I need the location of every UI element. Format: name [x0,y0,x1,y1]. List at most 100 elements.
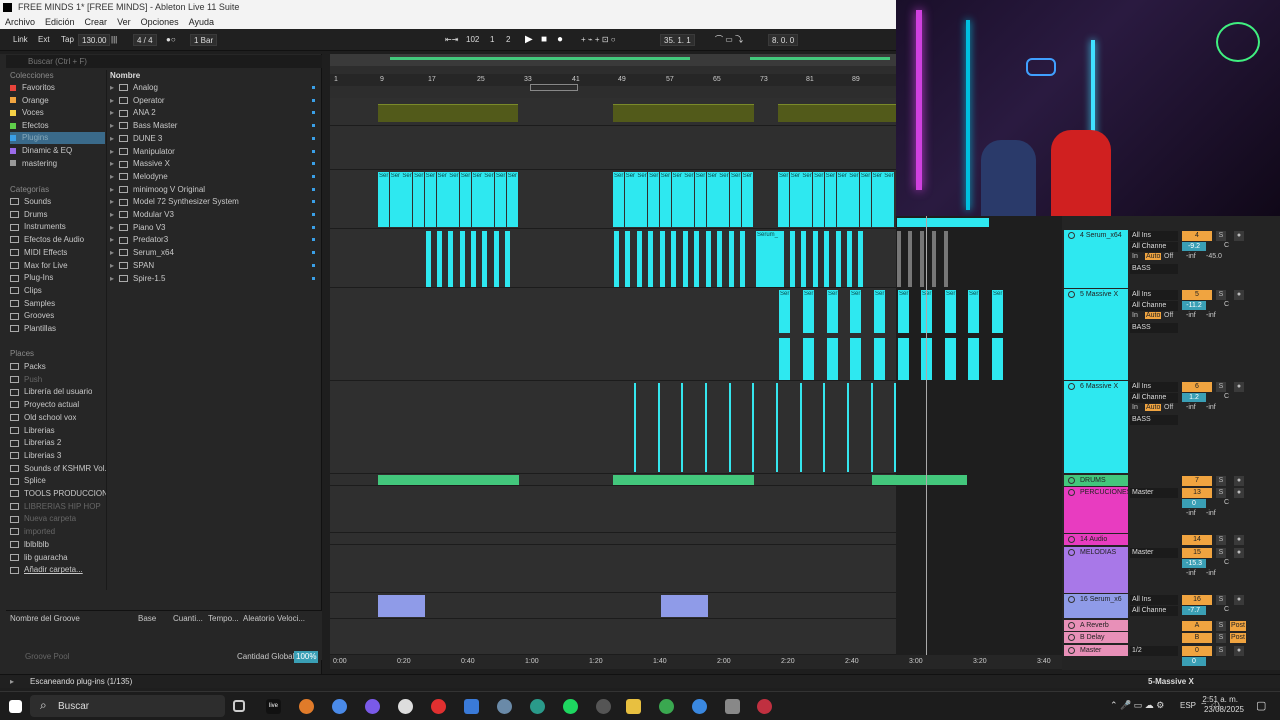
clip[interactable] [898,338,909,380]
name-column-header[interactable]: Nombre [110,70,140,82]
clip[interactable] [613,475,754,485]
clock-time[interactable]: 2:51 a. m. [1200,695,1238,704]
output-select[interactable]: 1/2 [1130,646,1178,656]
monitor-off[interactable]: Off [1164,404,1173,411]
windows-start-icon[interactable] [9,700,22,713]
track-pan[interactable]: C [1224,559,1229,566]
plugin-item[interactable]: ▸ Predator3 [110,234,310,246]
clip[interactable]: Ser [778,172,789,227]
plugin-item[interactable]: ▸ DUNE 3 [110,133,310,145]
clip[interactable] [660,231,665,287]
input-type-select[interactable]: All Ins [1130,231,1178,241]
clip[interactable]: Ser [624,172,636,227]
loop-icons[interactable]: ⌒ ▭ ⤵ [712,34,746,46]
category-2[interactable]: Instruments [10,221,66,233]
track-fold-icon[interactable] [1068,622,1075,629]
track-header-8[interactable]: A Reverb [1064,620,1128,631]
follow-icon[interactable]: ●○ [163,34,179,46]
clip[interactable] [694,231,699,287]
song-position-bars[interactable]: 102 [463,34,482,46]
clip[interactable] [460,231,465,287]
track-lane-2[interactable] [330,126,896,170]
clip[interactable] [801,231,806,287]
place-4[interactable]: Old school vox [10,412,76,424]
clip[interactable]: Ser [730,172,741,227]
track-header-7[interactable]: 16 Serum_x6 [1064,594,1128,618]
clip[interactable]: Ser [495,172,506,227]
track-header-9[interactable]: B Delay [1064,632,1128,643]
arm-button[interactable]: ● [1234,535,1244,545]
clip[interactable] [705,383,707,472]
clip[interactable] [706,231,711,287]
category-4[interactable]: MIDI Effects [10,247,67,259]
place-15[interactable]: lib guaracha [10,552,68,564]
track-header-6[interactable]: MELODIAS [1064,547,1128,593]
track-header-10[interactable]: Master [1064,645,1128,656]
track-activator-number[interactable]: 14 [1182,535,1212,545]
arm-button[interactable]: ● [1234,548,1244,558]
clip[interactable]: Ser [827,290,838,333]
clip[interactable] [824,231,829,287]
clip[interactable]: Ser [992,290,1003,333]
tray-icons[interactable]: ⌃ 🎤 ▭ ☁ ⚙ [1110,700,1164,711]
clip[interactable]: Ser [413,172,425,227]
clip[interactable]: Ser [824,172,836,227]
clip[interactable] [778,104,896,122]
clip[interactable]: Ser [648,172,660,227]
clip[interactable] [648,231,653,287]
solo-button[interactable]: S [1216,646,1226,656]
collection-6[interactable]: mastering [10,158,105,170]
clip[interactable] [968,338,979,380]
track-fold-icon[interactable] [1068,383,1075,390]
track-activator-number[interactable]: 15 [1182,548,1212,558]
track-lane-percu[interactable] [330,486,896,533]
arm-button[interactable]: ● [1234,646,1244,656]
place-10[interactable]: TOOLS PRODUCCION [10,488,108,500]
track-activator-number[interactable]: 0 [1182,646,1212,656]
track-header-2[interactable]: 6 Massive X [1064,381,1128,473]
notification-icon[interactable]: ▢ [1256,699,1266,712]
clip[interactable] [661,595,708,617]
clip[interactable]: Ser [803,290,814,333]
clip[interactable]: Ser [898,290,909,333]
overview-strip[interactable] [330,54,896,66]
clip[interactable]: Ser [848,172,860,227]
track-activator-number[interactable]: 5 [1182,290,1212,300]
arm-button[interactable]: ● [1234,476,1244,486]
clip[interactable] [729,383,731,472]
track-volume[interactable]: 0 [1182,499,1206,508]
clip[interactable] [944,231,948,287]
track-activator-number[interactable]: B [1182,633,1212,643]
place-8[interactable]: Sounds of KSHMR Vol. 3 [10,463,113,475]
output-select[interactable]: BASS [1130,264,1178,274]
arm-button[interactable]: ● [1234,231,1244,241]
track-activator-number[interactable]: A [1182,621,1212,631]
menu-archivo[interactable]: Archivo [5,15,35,29]
time-signature-field[interactable]: 4 / 4 [133,34,157,46]
clip[interactable] [625,231,630,287]
tap-button[interactable]: Tap [58,34,77,46]
groove-col-random[interactable]: Aleatorio [243,613,275,625]
copilot-icon[interactable] [332,699,347,714]
clip[interactable] [897,231,901,287]
collection-1[interactable]: Orange [10,95,105,107]
track-pan[interactable]: C [1224,242,1229,249]
clip[interactable] [471,231,476,287]
clip[interactable] [858,231,863,287]
category-6[interactable]: Plug-Ins [10,272,53,284]
track-lane-6[interactable] [330,381,896,474]
clip[interactable] [426,231,431,287]
loop-brace[interactable] [530,84,578,91]
solo-button[interactable]: S [1216,535,1226,545]
song-position-sixteenths[interactable]: 2 [503,34,513,46]
clip[interactable]: Ser [945,290,956,333]
clip[interactable] [683,231,688,287]
ext-button[interactable]: Ext [35,34,53,46]
plugin-item[interactable]: ▸ SPAN [110,260,310,272]
browser-search-input[interactable]: Buscar (Ctrl + F) [6,55,322,68]
app-icon-f[interactable] [530,699,545,714]
place-6[interactable]: Librerias 2 [10,437,61,449]
clip[interactable] [637,231,642,287]
clip[interactable]: Ser [836,172,848,227]
place-5[interactable]: Librerias [10,425,55,437]
